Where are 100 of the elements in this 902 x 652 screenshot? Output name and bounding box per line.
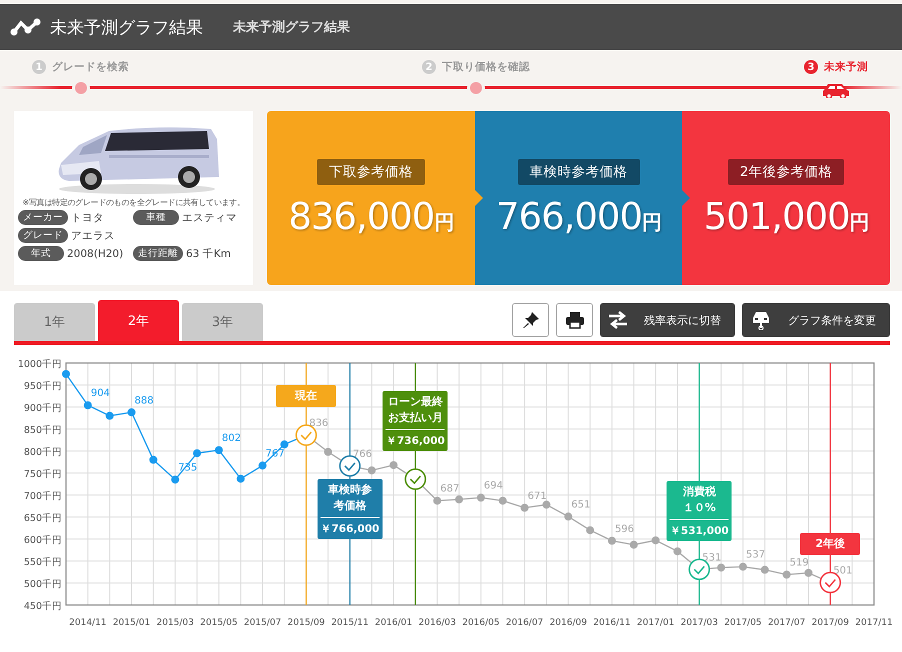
photo-note: ※写真は特定のグレードのものを全グレードに共有しています。 xyxy=(22,197,245,208)
year-tab[interactable]: 3年 xyxy=(182,303,263,341)
y-axis-label: 700千円 xyxy=(24,491,62,502)
value-label: 519 xyxy=(790,558,809,569)
data-point xyxy=(586,526,594,534)
data-point xyxy=(542,500,550,509)
data-point xyxy=(804,568,812,577)
value-label: 531 xyxy=(702,552,722,564)
step-label: 未来予測 xyxy=(824,60,868,74)
y-axis-label: 600千円 xyxy=(24,535,62,546)
value-label: 671 xyxy=(528,490,547,502)
data-point xyxy=(324,448,332,456)
spec-label: 走行距離 xyxy=(133,246,183,261)
x-axis-label: 2015/09 xyxy=(288,618,325,628)
x-axis-label: 2016/03 xyxy=(418,618,456,628)
value-label: 836 xyxy=(309,418,328,430)
step-label: グレードを検索 xyxy=(52,60,129,74)
switch-view-button[interactable]: 残率表示に切替 xyxy=(600,303,735,337)
data-point xyxy=(498,496,507,505)
data-point xyxy=(564,512,572,521)
data-point xyxy=(258,462,267,470)
x-axis-label: 2015/03 xyxy=(156,618,194,628)
step-dot xyxy=(74,82,86,94)
spec-label: メーカー xyxy=(18,210,68,225)
data-point xyxy=(673,547,682,556)
value-label: 687 xyxy=(440,484,460,495)
data-point xyxy=(128,408,136,416)
data-point xyxy=(760,566,769,574)
data-point xyxy=(214,446,223,454)
price-label: 車検時参考価格 xyxy=(518,158,640,184)
callout-label: 消費税１０% xyxy=(682,484,717,516)
callout-label: 2年後 xyxy=(814,536,846,552)
value-label: 904 xyxy=(90,388,110,400)
x-axis-label: 2015/11 xyxy=(331,618,369,628)
car-wrench-icon xyxy=(750,310,772,330)
x-axis-label: 2017/01 xyxy=(636,618,674,628)
callout-label: ローン最終お支払い月 xyxy=(386,394,444,426)
check-marker-icon xyxy=(404,468,426,490)
printer-icon xyxy=(564,311,584,329)
year-tab[interactable]: 1年 xyxy=(14,303,95,341)
y-axis-label: 750千円 xyxy=(24,469,62,480)
callout-price: ￥531,000 xyxy=(670,519,729,538)
y-axis-label: 450千円 xyxy=(24,601,62,612)
y-axis-label: 500千円 xyxy=(24,579,62,590)
car-icon xyxy=(822,82,850,98)
x-axis-label: 2016/11 xyxy=(593,618,631,628)
price-amount: 501,000円 xyxy=(704,194,869,238)
value-label: 694 xyxy=(484,480,504,492)
data-point xyxy=(455,495,464,504)
year-tab[interactable]: 2年 xyxy=(98,300,179,341)
data-point xyxy=(433,496,442,505)
data-point xyxy=(608,536,616,545)
value-label: 802 xyxy=(222,433,241,444)
value-label: 596 xyxy=(614,524,634,535)
data-point xyxy=(717,564,726,572)
data-point xyxy=(520,504,529,512)
x-axis-label: 2017/09 xyxy=(812,618,850,628)
data-point xyxy=(62,370,70,378)
x-axis-label: 2015/05 xyxy=(200,618,238,628)
x-axis-label: 2015/07 xyxy=(244,618,282,628)
x-axis-label: 2017/07 xyxy=(768,618,806,628)
price-amount: 766,000円 xyxy=(496,194,662,238)
y-axis-label: 950千円 xyxy=(24,381,62,392)
price-amount: 836,000円 xyxy=(288,194,454,238)
spec-value: 2008(H20) xyxy=(67,248,124,260)
callout-label: 車検時参考価格 xyxy=(326,482,373,514)
print-button[interactable] xyxy=(556,303,593,337)
data-point xyxy=(171,476,180,484)
data-point xyxy=(84,401,92,410)
y-axis-label: 1000千円 xyxy=(18,359,62,370)
callout-price: ￥736,000 xyxy=(386,429,445,448)
page-title: 未来予測グラフ結果 xyxy=(50,16,203,38)
x-axis-label: 2015/01 xyxy=(112,618,150,628)
data-point xyxy=(193,449,202,458)
data-point xyxy=(476,494,485,502)
step-number: 3 xyxy=(804,60,818,74)
step-label: 下取り価格を確認 xyxy=(442,60,530,74)
x-axis-label: 2016/07 xyxy=(506,618,544,628)
value-label: 766 xyxy=(352,448,372,460)
value-label: 888 xyxy=(134,395,154,406)
callout-label: 現在 xyxy=(294,388,318,404)
graph-settings-button[interactable]: グラフ条件を変更 xyxy=(742,303,890,337)
y-axis-label: 550千円 xyxy=(24,557,62,568)
value-label: 651 xyxy=(571,500,590,511)
spec-label: 車種 xyxy=(133,210,179,225)
data-point xyxy=(390,461,398,470)
spec-value: 63 千Km xyxy=(186,246,231,260)
x-axis-label: 2017/03 xyxy=(680,618,718,628)
pin-icon xyxy=(522,311,540,329)
pin-button[interactable] xyxy=(512,303,549,337)
data-point xyxy=(630,540,638,549)
x-axis-label: 2016/05 xyxy=(462,618,500,628)
spec-value: アエラス xyxy=(71,228,115,242)
data-point xyxy=(368,466,376,474)
spec-label: 年式 xyxy=(18,246,64,261)
breadcrumb: 未来予測グラフ結果 xyxy=(233,19,350,36)
price-label: 2年後参考価格 xyxy=(728,158,844,184)
spec-label: グレード xyxy=(18,228,68,243)
step-dot xyxy=(470,82,482,94)
swap-arrows-icon xyxy=(608,311,628,329)
